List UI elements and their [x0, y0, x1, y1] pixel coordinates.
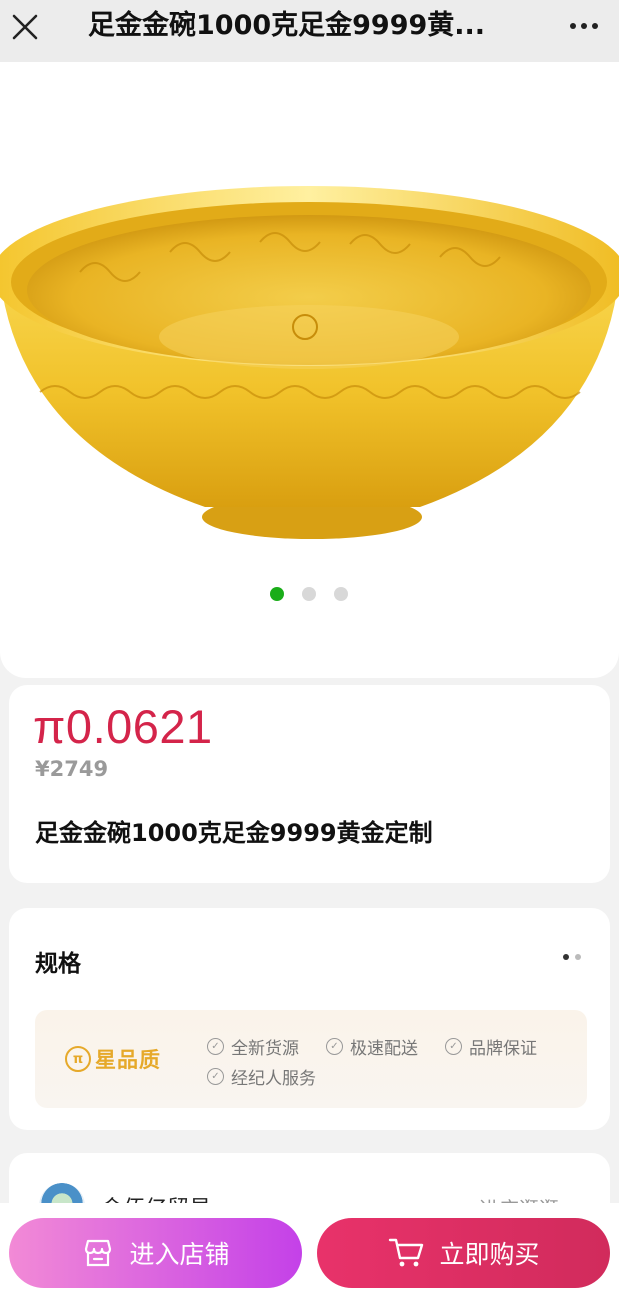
quality-item: ✓ 品牌保证 — [445, 1034, 537, 1059]
quality-banner: π 星品质 ✓ 全新货源 ✓ 极速配送 ✓ 品牌保证 ✓ 经纪人服务 — [35, 1010, 587, 1108]
check-icon: ✓ — [207, 1068, 224, 1085]
buy-now-button[interactable]: 立即购买 — [317, 1218, 610, 1288]
spec-label: 规格 — [35, 951, 81, 977]
price-card: π0.0621 ¥2749 足金金碗1000克足金9999黄金定制 — [9, 685, 610, 883]
spec-more-icon[interactable] — [561, 950, 585, 964]
product-gallery[interactable] — [0, 62, 619, 678]
quality-logo: π 星品质 — [65, 1044, 161, 1074]
price: π0.0621 — [33, 700, 213, 753]
check-icon: ✓ — [445, 1038, 462, 1055]
gallery-dot[interactable] — [334, 587, 348, 601]
quality-item: ✓ 极速配送 — [326, 1034, 418, 1059]
quality-item: ✓ 经纪人服务 — [207, 1064, 316, 1089]
check-icon: ✓ — [326, 1038, 343, 1055]
spec-card: 规格 π 星品质 ✓ 全新货源 ✓ 极速配送 ✓ 品牌保证 ✓ 经纪人服务 — [9, 908, 610, 1130]
gallery-indicator — [0, 587, 619, 603]
cart-icon — [389, 1238, 424, 1267]
enter-shop-button[interactable]: 进入店铺 — [9, 1218, 302, 1288]
close-icon[interactable] — [4, 6, 46, 48]
quality-logo-text: 星品质 — [95, 1048, 161, 1072]
gallery-dot[interactable] — [270, 587, 284, 601]
check-icon: ✓ — [207, 1038, 224, 1055]
more-icon[interactable] — [562, 8, 606, 44]
product-name: 足金金碗1000克足金9999黄金定制 — [35, 819, 433, 847]
store-icon — [85, 1239, 112, 1267]
page-title: 足金金碗1000克足金9999黄... — [88, 10, 486, 41]
top-bar: 足金金碗1000克足金9999黄... — [0, 0, 619, 62]
quality-item: ✓ 全新货源 — [207, 1034, 299, 1059]
bottom-action-bar: 进入店铺 立即购买 — [0, 1203, 619, 1289]
pi-logo-icon: π — [65, 1046, 91, 1072]
gold-bowl-image — [0, 186, 619, 539]
gallery-dot[interactable] — [302, 587, 316, 601]
original-price: ¥2749 — [35, 757, 109, 781]
